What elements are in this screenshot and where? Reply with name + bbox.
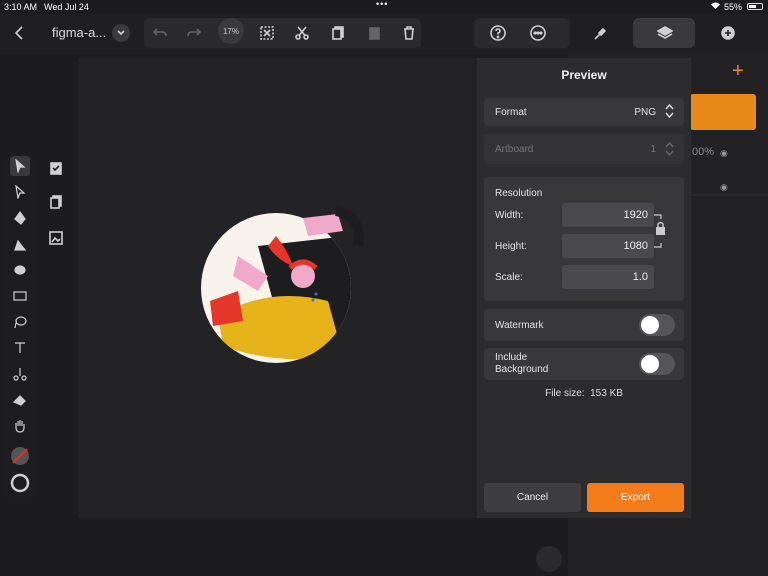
eraser-icon[interactable] (10, 390, 30, 410)
more-icon[interactable] (527, 22, 549, 44)
scale-label: Scale: (495, 272, 523, 283)
width-label: Width: (495, 210, 524, 221)
pencil-icon[interactable] (10, 234, 30, 254)
scissors-icon[interactable] (292, 23, 312, 43)
status-date: Wed Jul 24 (44, 2, 89, 12)
resolution-label: Resolution (495, 188, 543, 199)
add-icon[interactable] (717, 22, 739, 44)
up-down-chevron-icon (665, 141, 674, 162)
include-background-label-2: Background (495, 364, 549, 375)
back-icon[interactable] (8, 20, 30, 46)
trash-icon[interactable] (399, 23, 419, 43)
battery-percent: 55% (724, 2, 743, 12)
panel-title: Preview (561, 68, 607, 82)
wifi-icon (710, 1, 721, 12)
artboard-label: Artboard (495, 144, 534, 155)
rectangle-icon[interactable] (10, 286, 30, 306)
multitask-dots-icon[interactable]: ••• (376, 0, 388, 9)
layers-icon[interactable] (654, 22, 676, 44)
export-preview-canvas (78, 58, 477, 518)
text-icon[interactable] (10, 338, 30, 358)
up-down-chevron-icon (665, 103, 674, 124)
include-background-row: Include Background (484, 348, 684, 380)
paste-icon[interactable] (364, 23, 384, 43)
resolution-section: Resolution Width: 1920 Height: 1080 Scal… (484, 177, 684, 301)
format-label: Format (495, 107, 527, 118)
watermark-toggle[interactable] (639, 314, 675, 336)
tool-palette (6, 154, 34, 504)
fill-none-icon[interactable] (10, 446, 30, 466)
undo-icon[interactable] (150, 23, 170, 43)
height-label: Height: (495, 241, 527, 252)
eye-icon[interactable]: ◉ (720, 182, 728, 193)
export-panel: Preview Format PNG Artboard 1 Resolution… (477, 58, 691, 518)
format-value: PNG (634, 107, 656, 118)
document-copy-icon[interactable] (46, 192, 66, 212)
image-icon[interactable] (46, 228, 66, 248)
select-arrow-icon[interactable] (10, 156, 30, 176)
redo-icon[interactable] (184, 23, 204, 43)
brush-icon[interactable] (590, 22, 612, 44)
stroke-icon[interactable] (10, 473, 30, 493)
lasso-icon[interactable] (10, 312, 30, 332)
height-field[interactable]: 1080 (562, 234, 654, 258)
brush-tool-icon[interactable] (10, 260, 30, 280)
lock-aspect-icon[interactable] (652, 213, 668, 254)
scale-field[interactable]: 1.0 (562, 265, 654, 289)
illustration-preview (201, 206, 364, 363)
battery-icon (747, 3, 763, 10)
artboard-selector[interactable]: Artboard 1 (484, 134, 684, 164)
add-layer-button[interactable]: + (732, 60, 744, 83)
checkbox-icon[interactable] (46, 158, 66, 178)
direct-select-icon[interactable] (10, 182, 30, 202)
zoom-indicator[interactable]: 17% (218, 18, 244, 44)
document-title[interactable]: figma-a... (52, 25, 106, 40)
selected-layer-row[interactable] (690, 94, 756, 130)
copy-icon[interactable] (328, 23, 348, 43)
status-bar: 3:10 AM Wed Jul 24 ••• 55% (0, 0, 768, 14)
artboard-value: 1 (650, 144, 656, 155)
top-toolbar: figma-a... 17% (0, 14, 768, 54)
format-selector[interactable]: Format PNG (484, 98, 684, 126)
eye-icon[interactable]: ◉ (720, 148, 728, 159)
pen-icon[interactable] (10, 208, 30, 228)
watermark-row: Watermark (484, 309, 684, 341)
scissors-tool-icon[interactable] (10, 364, 30, 384)
hand-icon[interactable] (10, 416, 30, 436)
layer-opacity: 00% (692, 146, 715, 158)
select-all-icon[interactable] (257, 23, 277, 43)
status-time: 3:10 AM (4, 2, 38, 12)
file-size: File size: 153 KB (545, 388, 623, 399)
include-background-toggle[interactable] (639, 353, 675, 375)
float-button[interactable] (536, 546, 562, 572)
watermark-label: Watermark (495, 320, 544, 331)
include-background-label: Include (495, 352, 528, 363)
help-icon[interactable] (487, 22, 509, 44)
export-button[interactable]: Export (587, 483, 684, 512)
chevron-down-icon[interactable] (112, 24, 130, 42)
width-field[interactable]: 1920 (562, 203, 654, 227)
cancel-button[interactable]: Cancel (484, 483, 581, 512)
